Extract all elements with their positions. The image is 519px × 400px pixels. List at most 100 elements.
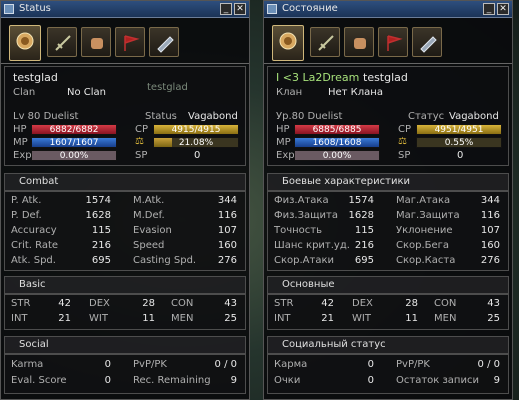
flag-icon (124, 35, 140, 51)
attr-label: MEN (434, 313, 457, 324)
player-name-ghost: testglad (147, 82, 188, 93)
social-label: Очки (274, 375, 301, 386)
hp-bar: 6885/6885 (294, 124, 380, 135)
cp-label: CP (135, 124, 149, 135)
cp-bar: 4915/4915 (153, 124, 239, 135)
social-label: Eval. Score (11, 375, 67, 386)
exp-bar: 0.00% (294, 150, 380, 161)
stat-value: 1574 (348, 195, 374, 206)
weight-text: 21.08% (178, 138, 214, 148)
weight-bar: 0.55% (416, 137, 502, 148)
stat-value: 276 (480, 255, 500, 266)
social-header: Social (4, 336, 246, 354)
clan-tab[interactable] (115, 27, 145, 57)
stat-label: Уклонение (396, 225, 453, 236)
social-label: Карма (274, 359, 308, 370)
exp-label: Exp (276, 150, 295, 161)
stat-value: 116 (217, 210, 237, 221)
stat-label: Физ.Атака (274, 195, 329, 206)
status-tab[interactable] (9, 25, 41, 61)
status-tab-icon (279, 32, 297, 50)
weight-icon: ⚖ (135, 136, 144, 147)
social-table: Карма 0 PvP/PK 0 / 0 Очки 0 Остаток записи 9 (267, 354, 509, 394)
sp-label: SP (135, 150, 148, 161)
social-label: Karma (11, 359, 44, 370)
stat-label: Маг.Защита (396, 210, 460, 221)
quest-tab[interactable] (149, 27, 179, 57)
level-class: Ур.80 Duelist (276, 111, 343, 122)
basic-table: STR 42 DEX 28 CON 43 INT 21 WIT 11 MEN 25 (4, 294, 246, 330)
social-header: Социальный статус (267, 336, 509, 354)
hp-text: 6882/6882 (49, 125, 99, 135)
social-value: 0 (367, 375, 374, 386)
window-title: Состояние (282, 3, 338, 14)
combat-table: P. Atk. 1574 M.Atk. 344 P. Def. 1628 M.Def. 116… (4, 191, 246, 271)
stat-label: Accuracy (11, 225, 57, 236)
exp-label: Exp (13, 150, 32, 161)
skills-tab[interactable] (47, 27, 77, 57)
exp-text: 0.00% (59, 151, 89, 161)
stat-value: 216 (354, 240, 374, 251)
status-label: Статус (408, 111, 445, 122)
social-value: 0 (367, 359, 374, 370)
clan-value: Нет Клана (328, 87, 383, 98)
scroll-icon (420, 36, 437, 53)
status-window-en: Status _ ✕ testglad testglad Clan No Cla… (0, 0, 250, 400)
sp-value: 0 (194, 150, 201, 161)
weight-icon: ⚖ (398, 136, 407, 147)
tab-divider (264, 63, 512, 64)
title-bar[interactable]: Состояние _ ✕ (264, 1, 512, 18)
combat-header: Combat (4, 173, 246, 191)
stat-value: 107 (480, 225, 500, 236)
close-button[interactable]: ✕ (497, 3, 509, 15)
quest-tab[interactable] (412, 27, 442, 57)
status-tab[interactable] (272, 25, 304, 61)
cp-text: 4915/4915 (171, 125, 221, 135)
social-value: 0 (104, 375, 111, 386)
stat-value: 160 (480, 240, 500, 251)
fist-icon (91, 38, 103, 49)
stat-value: 115 (91, 225, 111, 236)
attr-value: 25 (487, 313, 500, 324)
stat-label: Маг.Атака (396, 195, 451, 206)
stat-value: 695 (354, 255, 374, 266)
stat-value: 216 (91, 240, 111, 251)
social-value: 0 / 0 (214, 359, 237, 370)
minimize-button[interactable]: _ (220, 3, 232, 15)
cp-bar: 4951/4951 (416, 124, 502, 135)
attr-value: 21 (321, 313, 334, 324)
social-label: PvP/PK (133, 359, 167, 370)
social-value: 0 (104, 359, 111, 370)
stat-value: 1628 (85, 210, 111, 221)
window-title: Status (19, 3, 51, 14)
mp-text: 1608/1608 (312, 138, 362, 148)
actions-tab[interactable] (81, 27, 111, 57)
social-table: Karma 0 PvP/PK 0 / 0 Eval. Score 0 Rec. Remain… (4, 354, 246, 394)
attr-value: 28 (405, 298, 418, 309)
clan-tab[interactable] (378, 27, 408, 57)
attr-label: STR (274, 298, 294, 309)
cp-text: 4951/4951 (434, 125, 484, 135)
actions-tab[interactable] (344, 27, 374, 57)
weight-bar: 21.08% (153, 137, 239, 148)
tab-divider (1, 63, 249, 64)
attr-value: 43 (224, 298, 237, 309)
minimize-button[interactable]: _ (483, 3, 495, 15)
close-button[interactable]: ✕ (234, 3, 246, 15)
player-name: testglad (13, 71, 58, 84)
title-bar[interactable]: Status _ ✕ (1, 1, 249, 18)
hp-bar: 6882/6882 (31, 124, 117, 135)
skills-tab[interactable] (310, 27, 340, 57)
status-value: Vagabond (188, 111, 238, 122)
attr-value: 43 (487, 298, 500, 309)
combat-table: Физ.Атака 1574 Маг.Атака 344 Физ.Защита 1628 М… (267, 191, 509, 271)
character-info-panel: testglad testglad Clan No Clan Lv 80 Due… (4, 66, 246, 166)
window-icon (4, 4, 14, 14)
social-value: 9 (230, 375, 237, 386)
title-prefix: I <3 La2Dream (276, 71, 360, 84)
fist-icon (354, 38, 366, 49)
scroll-icon (157, 36, 174, 53)
social-value: 9 (493, 375, 500, 386)
social-value: 0 / 0 (477, 359, 500, 370)
weight-text: 0.55% (444, 138, 474, 148)
